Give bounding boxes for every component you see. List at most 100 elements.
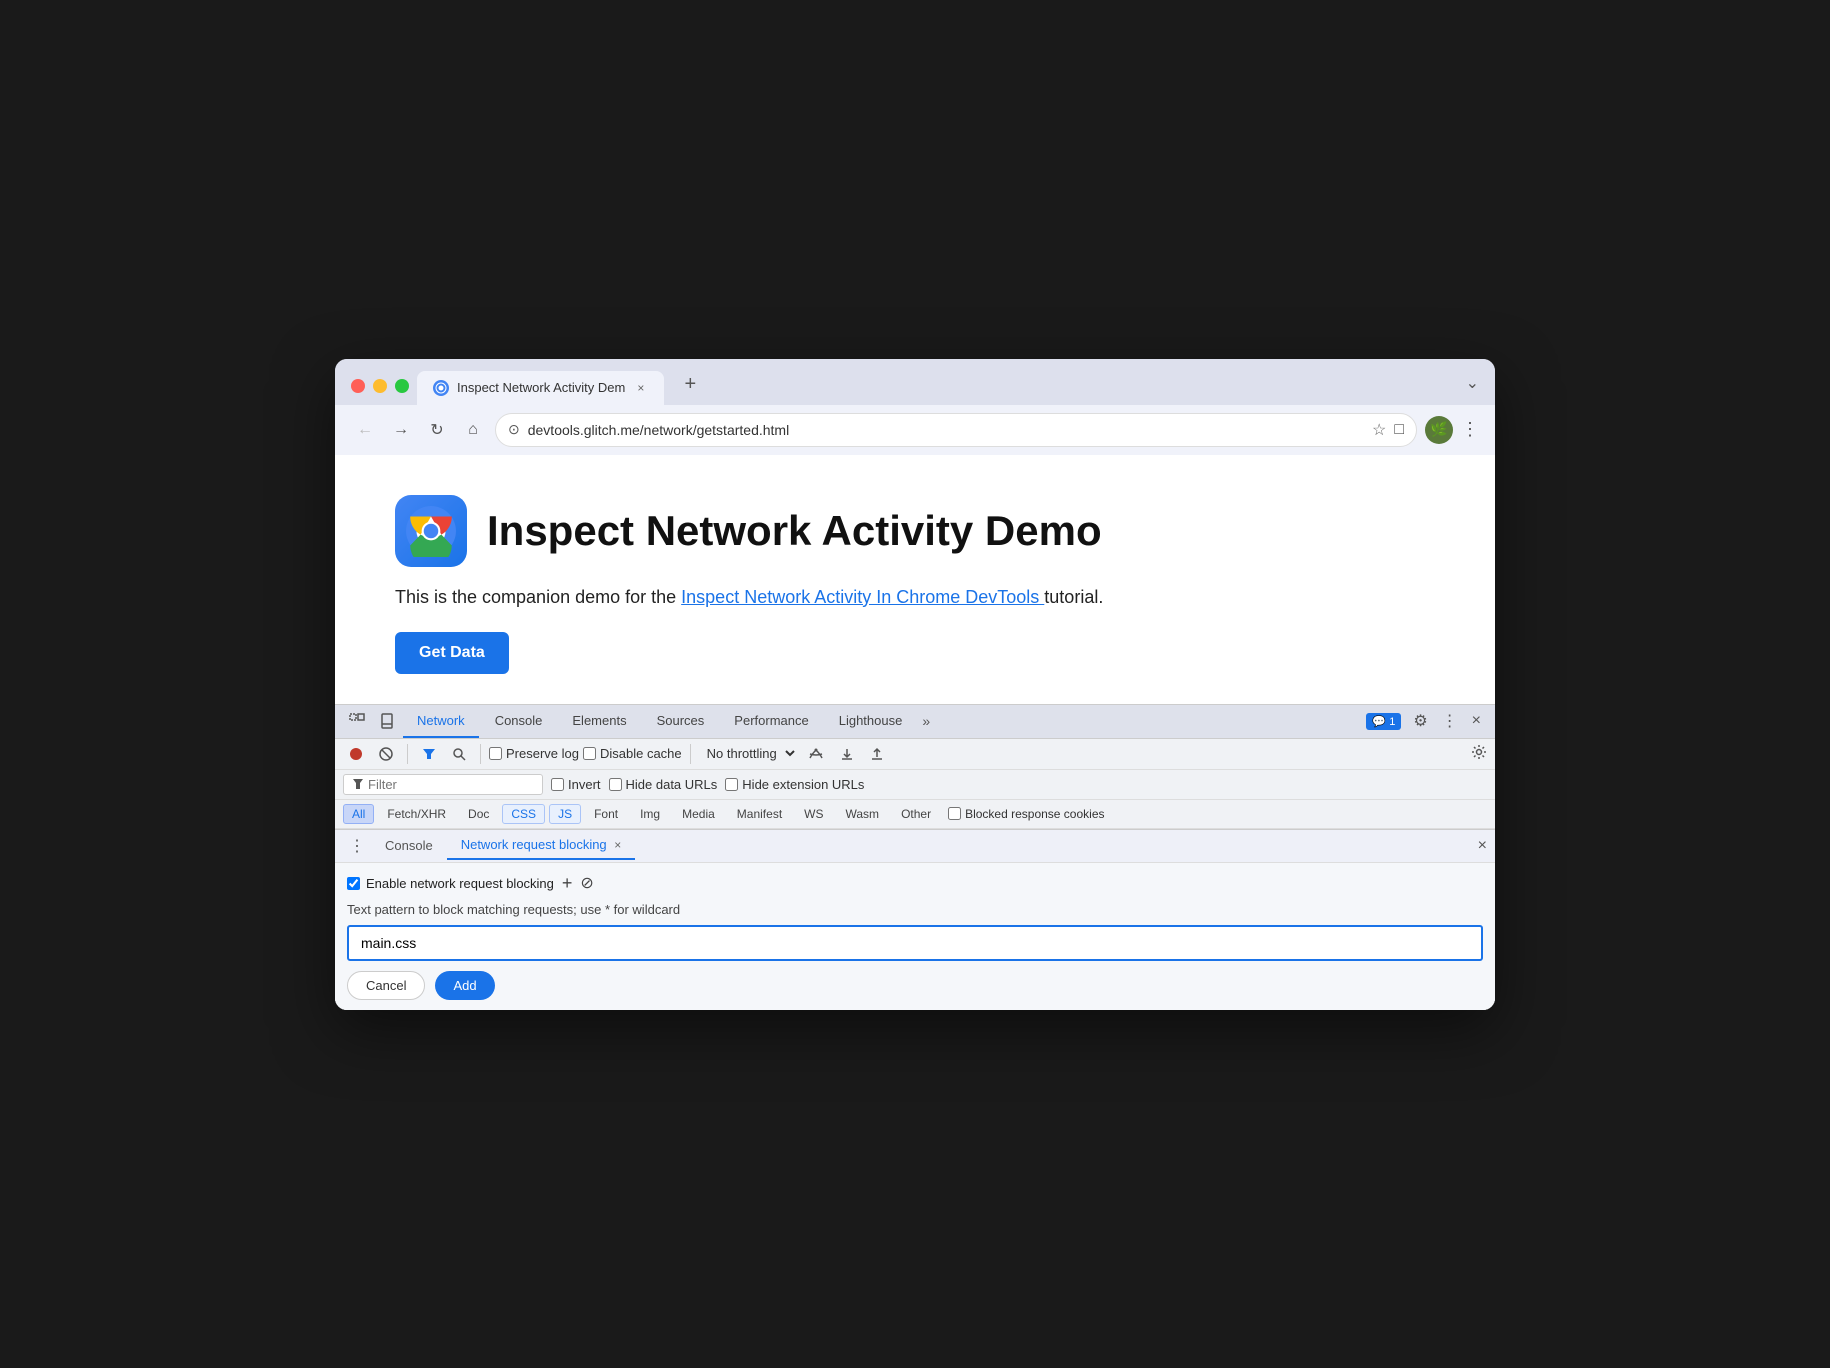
devtools-tab-lighthouse[interactable]: Lighthouse [825, 705, 917, 738]
title-bar: Inspect Network Activity Dem × + ⌄ [335, 359, 1495, 405]
bookmark-icon[interactable]: ☆ [1372, 420, 1386, 440]
bottom-tab-nrb[interactable]: Network request blocking × [447, 831, 636, 860]
bottom-tab-console[interactable]: Console [371, 832, 447, 859]
nrb-add-pattern-button[interactable]: + [562, 873, 573, 894]
bottom-panel-close-button[interactable]: × [1478, 837, 1487, 855]
type-filter-wasm[interactable]: Wasm [837, 804, 889, 824]
forward-button[interactable]: → [387, 416, 415, 444]
type-filter-font[interactable]: Font [585, 804, 627, 824]
type-filter-all[interactable]: All [343, 804, 374, 824]
invert-checkbox[interactable] [551, 778, 564, 791]
new-tab-button[interactable]: + [676, 377, 704, 405]
hide-ext-urls-checkbox[interactable] [725, 778, 738, 791]
nrb-panel: Enable network request blocking + ⊘ Text… [335, 863, 1495, 1010]
type-filter-ws[interactable]: WS [795, 804, 832, 824]
network-toolbar: Preserve log Disable cache No throttling [335, 739, 1495, 770]
page-description: This is the companion demo for the Inspe… [395, 587, 1435, 608]
nrb-clear-button[interactable]: ⊘ [580, 873, 593, 893]
address-bar: ← → ↻ ⌂ ⊙ devtools.glitch.me/network/get… [335, 405, 1495, 455]
extension-icon[interactable]: □ [1394, 421, 1404, 439]
close-window-button[interactable] [351, 379, 365, 393]
bottom-panel: ⋮ Console Network request blocking × × E… [335, 829, 1495, 1010]
browser-tab[interactable]: Inspect Network Activity Dem × [417, 371, 664, 405]
type-filter-row: All Fetch/XHR Doc CSS JS Font Img Media … [335, 800, 1495, 829]
preserve-log-checkbox[interactable] [489, 747, 502, 760]
enable-nrb-label[interactable]: Enable network request blocking [347, 876, 554, 891]
type-filter-fetchxhr[interactable]: Fetch/XHR [378, 804, 455, 824]
desc-before: This is the companion demo for the [395, 587, 681, 607]
devtools-more-tabs-button[interactable]: » [918, 705, 934, 737]
filter-input-wrap[interactable] [343, 774, 543, 795]
nrb-tab-close[interactable]: × [614, 838, 621, 852]
devtools-close-button[interactable]: × [1466, 706, 1487, 736]
home-button[interactable]: ⌂ [459, 416, 487, 444]
hide-data-urls-label[interactable]: Hide data URLs [609, 777, 718, 792]
page-header: Inspect Network Activity Demo [395, 495, 1435, 567]
blocked-cookies-checkbox[interactable] [948, 807, 961, 820]
type-filter-other[interactable]: Other [892, 804, 940, 824]
address-input-wrap[interactable]: ⊙ devtools.glitch.me/network/getstarted.… [495, 413, 1417, 447]
throttle-select[interactable]: No throttling [699, 743, 798, 764]
type-filter-js[interactable]: JS [549, 804, 581, 824]
browser-menu-button[interactable]: ⋮ [1461, 419, 1479, 440]
tab-dropdown-button[interactable]: ⌄ [1466, 373, 1479, 405]
hide-data-urls-checkbox[interactable] [609, 778, 622, 791]
filter-input[interactable] [368, 777, 518, 792]
blocked-cookies-label[interactable]: Blocked response cookies [948, 807, 1104, 821]
minimize-window-button[interactable] [373, 379, 387, 393]
devtools-tab-network[interactable]: Network [403, 705, 479, 738]
devtools-inspect-icon[interactable] [343, 705, 371, 737]
window-controls [351, 379, 409, 405]
maximize-window-button[interactable] [395, 379, 409, 393]
hide-ext-urls-label[interactable]: Hide extension URLs [725, 777, 864, 792]
export-har-button[interactable] [864, 743, 890, 765]
reload-button[interactable]: ↻ [423, 416, 451, 444]
devtools-tab-performance[interactable]: Performance [720, 705, 822, 738]
preserve-log-label[interactable]: Preserve log [489, 746, 579, 761]
type-filter-doc[interactable]: Doc [459, 804, 498, 824]
type-filter-css[interactable]: CSS [502, 804, 545, 824]
filter-toggle-button[interactable] [416, 743, 442, 765]
nrb-add-button[interactable]: Add [435, 971, 494, 1000]
tab-title: Inspect Network Activity Dem [457, 380, 625, 395]
desc-link[interactable]: Inspect Network Activity In Chrome DevTo… [681, 587, 1044, 607]
address-security-icon: ⊙ [508, 421, 520, 438]
type-filter-manifest[interactable]: Manifest [728, 804, 791, 824]
stop-recording-button[interactable] [343, 743, 369, 765]
network-settings-button[interactable] [1471, 744, 1487, 764]
devtools-tab-console[interactable]: Console [481, 705, 557, 738]
search-button[interactable] [446, 743, 472, 765]
filter-row: Invert Hide data URLs Hide extension URL… [335, 770, 1495, 800]
page-title: Inspect Network Activity Demo [487, 507, 1102, 555]
nrb-cancel-button[interactable]: Cancel [347, 971, 425, 1000]
devtools-more-button[interactable]: ⋮ [1436, 705, 1464, 737]
devtools-badge: 💬 1 [1366, 713, 1401, 730]
get-data-button[interactable]: Get Data [395, 632, 509, 674]
disable-cache-label[interactable]: Disable cache [583, 746, 682, 761]
nrb-actions: Cancel Add [347, 971, 1483, 1000]
chrome-logo [395, 495, 467, 567]
bottom-more-button[interactable]: ⋮ [343, 830, 371, 862]
invert-label[interactable]: Invert [551, 777, 601, 792]
type-filter-media[interactable]: Media [673, 804, 724, 824]
devtools-tab-sources[interactable]: Sources [643, 705, 719, 738]
disable-cache-checkbox[interactable] [583, 747, 596, 760]
bottom-tab-row: ⋮ Console Network request blocking × × [335, 830, 1495, 863]
toolbar-separator-1 [407, 744, 408, 764]
type-filter-img[interactable]: Img [631, 804, 669, 824]
back-button[interactable]: ← [351, 416, 379, 444]
profile-icon[interactable]: 🌿 [1425, 416, 1453, 444]
nrb-pattern-input[interactable] [347, 925, 1483, 961]
network-conditions-button[interactable] [802, 744, 830, 764]
clear-log-button[interactable] [373, 743, 399, 765]
import-har-button[interactable] [834, 743, 860, 765]
devtools-settings-button[interactable]: ⚙ [1407, 705, 1433, 737]
devtools-tab-elements[interactable]: Elements [558, 705, 640, 738]
enable-nrb-checkbox[interactable] [347, 877, 360, 890]
tab-favicon [433, 380, 449, 396]
filter-funnel-icon [352, 778, 364, 790]
toolbar-separator-2 [480, 744, 481, 764]
devtools-tab-bar: Network Console Elements Sources Perform… [335, 705, 1495, 739]
tab-close-button[interactable]: × [633, 379, 648, 397]
devtools-device-icon[interactable] [373, 705, 401, 737]
